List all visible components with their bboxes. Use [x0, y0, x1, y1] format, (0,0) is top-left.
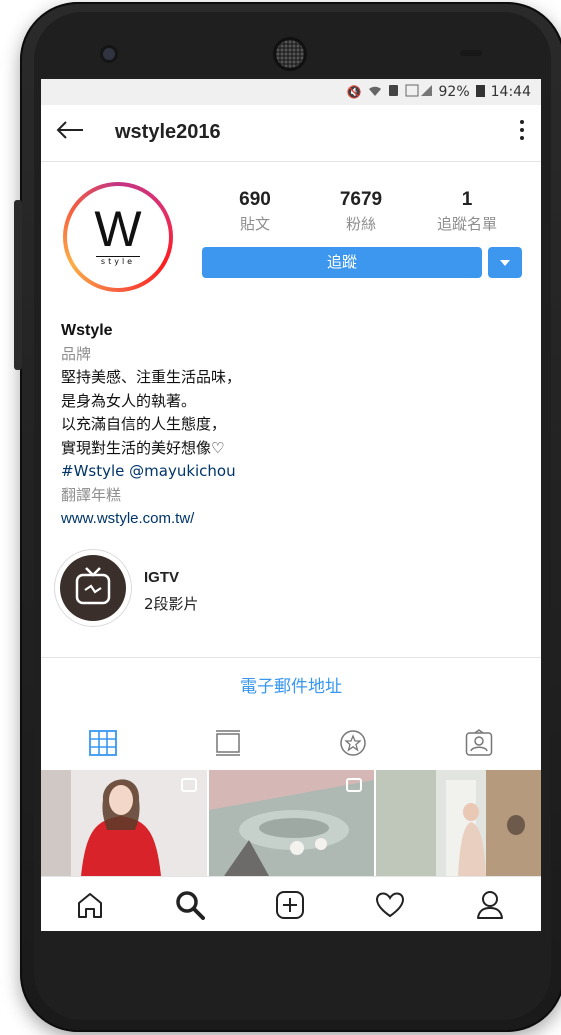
- search-icon: [176, 891, 205, 920]
- multi-photo-icon: [346, 778, 362, 792]
- sim-icon: [388, 84, 399, 100]
- mute-icon: 🔇: [346, 85, 362, 99]
- signal-icon: [405, 84, 433, 100]
- top-bar: wstyle2016: [41, 105, 541, 162]
- igtv-highlight[interactable]: [55, 550, 131, 626]
- proximity-sensor: [460, 50, 482, 56]
- post-thumbnail[interactable]: [376, 770, 541, 876]
- front-camera: [103, 48, 115, 60]
- caret-down-icon: [500, 260, 510, 266]
- tab-grid[interactable]: [83, 726, 123, 760]
- more-vertical-icon: [520, 120, 524, 140]
- more-options-button[interactable]: [519, 119, 525, 147]
- tagged-person-icon: [465, 729, 493, 756]
- posts-grid: [41, 770, 541, 876]
- profile-tabs: [41, 716, 541, 770]
- nav-profile[interactable]: [470, 885, 510, 925]
- nav-home[interactable]: [70, 885, 110, 925]
- igtv-icon: [75, 567, 111, 605]
- earpiece-speaker: [276, 40, 304, 68]
- translate-link[interactable]: 翻譯年糕: [61, 484, 521, 508]
- stat-label: 粉絲: [345, 215, 376, 233]
- bio-line: 以充滿自信的人生態度，: [61, 415, 227, 433]
- tab-tagged[interactable]: [459, 726, 499, 760]
- battery-icon: [475, 84, 485, 100]
- star-circle-icon: [340, 730, 366, 756]
- profile-bio: Wstyle 品牌 堅持美感、注重生活品味， 是身為女人的執著。 以充滿自信的人…: [61, 319, 521, 531]
- bio-line: 堅持美感、注重生活品味，: [61, 368, 242, 386]
- back-button[interactable]: [55, 119, 85, 145]
- nav-search[interactable]: [170, 885, 210, 925]
- grid-icon: [89, 730, 117, 756]
- arrow-left-icon: [56, 121, 83, 139]
- stat-value: 7679: [339, 189, 383, 210]
- multi-photo-icon: [181, 778, 197, 792]
- stat-posts[interactable]: 690 貼文: [205, 189, 305, 234]
- website-link[interactable]: www.wstyle.com.tw/: [61, 507, 521, 531]
- nav-create-post[interactable]: [270, 885, 310, 925]
- stat-label: 貼文: [239, 215, 270, 233]
- bio-tags[interactable]: #Wstyle @mayukichou: [61, 460, 521, 484]
- wifi-icon: [368, 85, 382, 100]
- phone-screen: 🔇 92% 14:44 wstyle2016 W style 690 貼文 76…: [41, 79, 541, 931]
- battery-percent: 92%: [438, 84, 470, 100]
- email-button[interactable]: 電子郵件地址: [41, 657, 541, 717]
- home-icon: [78, 893, 102, 918]
- clock-time: 14:44: [490, 84, 531, 100]
- bottom-navigation: [41, 876, 541, 931]
- tab-feed[interactable]: [208, 726, 248, 760]
- post-thumbnail[interactable]: [209, 770, 374, 876]
- profile-username: wstyle2016: [115, 121, 221, 143]
- feed-icon: [216, 730, 240, 756]
- igtv-count: 2段影片: [144, 595, 199, 613]
- bio-line: 實現對生活的美好想像♡: [61, 438, 225, 457]
- avatar-logo-letter: W: [94, 201, 142, 257]
- igtv-title: IGTV: [144, 569, 180, 586]
- stat-value: 690: [239, 189, 271, 210]
- bio-name: Wstyle: [61, 322, 113, 339]
- follow-button[interactable]: 追蹤: [202, 247, 482, 278]
- stat-value: 1: [461, 189, 473, 210]
- profile-avatar[interactable]: W style: [63, 182, 173, 292]
- post-thumbnail[interactable]: [41, 770, 207, 876]
- side-button: [14, 200, 22, 370]
- heart-icon: [375, 892, 405, 918]
- stat-followers[interactable]: 7679 粉絲: [311, 189, 411, 234]
- plus-square-icon: [276, 891, 304, 919]
- tab-saved[interactable]: [333, 726, 373, 760]
- status-bar: 🔇 92% 14:44: [41, 79, 541, 105]
- nav-activity[interactable]: [370, 885, 410, 925]
- stat-following[interactable]: 1 追蹤名單: [417, 189, 517, 234]
- avatar-logo-sub: style: [100, 257, 136, 266]
- suggested-dropdown-button[interactable]: [488, 247, 522, 278]
- user-icon: [477, 891, 503, 919]
- stat-label: 追蹤名單: [436, 215, 497, 233]
- bio-category: 品牌: [61, 344, 92, 363]
- bio-line: 是身為女人的執著。: [61, 391, 197, 410]
